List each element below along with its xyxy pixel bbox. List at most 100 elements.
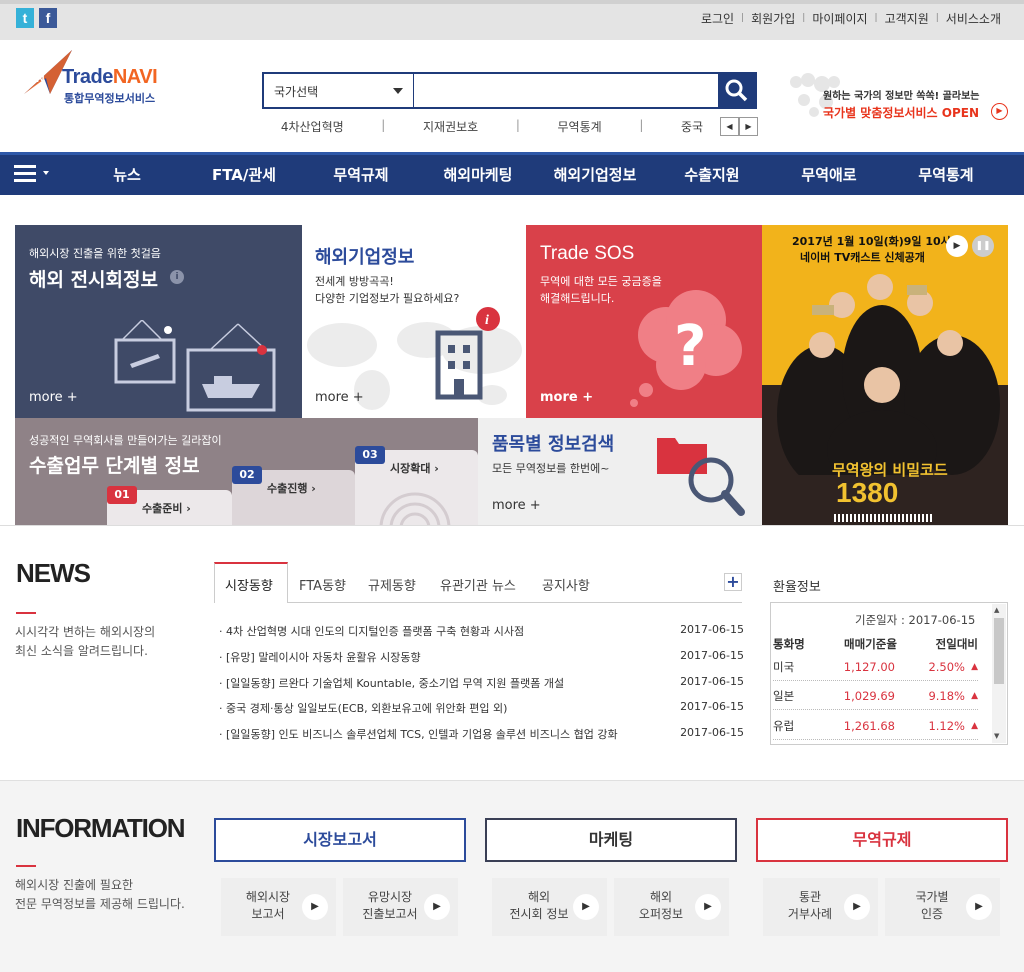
col-header: 통화명 [773,637,805,651]
sub-label: 유망시장 [367,890,413,904]
more-link[interactable]: more + [29,390,78,405]
information-section [0,780,1024,972]
scroll-thumb[interactable] [994,618,1004,684]
exchange-scrollbar[interactable]: ▲ ▼ [992,604,1006,743]
step-label[interactable]: 시장확대 › [390,460,439,476]
promo-ad-banner[interactable]: 2017년 1월 10일(화)9일 10시 네이버 TV캐스트 신체공개 ▶ ❚… [762,225,1008,525]
sub-link-overseas-report[interactable]: 해외시장 보고서 ▶ [221,878,336,936]
support-link[interactable]: 고객지원 [878,10,936,27]
tile-desc: 해결해드립니다. [540,292,615,305]
sub-link-exhibition[interactable]: 해외 전시회 정보 ▶ [492,878,607,936]
scroll-down-icon[interactable]: ▼ [994,732,999,740]
news-title[interactable]: · [일일동향] 인도 비즈니스 솔루션업체 TCS, 인텔과 기업용 솔루션 … [219,726,618,742]
news-date: 2017-06-15 [680,623,744,636]
nav-marketing[interactable]: 해외마케팅 [423,164,533,185]
tab-agency-news[interactable]: 유관기관 뉴스 [440,575,516,594]
nav-regulation[interactable]: 무역규제 [306,164,416,185]
search-button[interactable] [718,74,755,107]
news-title[interactable]: · 4차 산업혁명 시대 인도의 디지털인증 플랫폼 구축 현황과 시사점 [219,623,524,639]
col-header: 매매기준율 [844,637,897,651]
more-link[interactable]: more + [492,498,541,513]
country-select[interactable]: 국가선택 [264,74,414,107]
more-link[interactable]: more + [540,390,593,405]
keyword-item[interactable]: 무역통계 [558,118,602,135]
sub-link-offer[interactable]: 해외 오퍼정보 ▶ [614,878,729,936]
marketing-button[interactable]: 마케팅 [485,818,737,862]
country-service-banner[interactable]: 원하는 국가의 정보만 쏙쏙! 골라보는 국가별 맞춤정보서비스 OPEN ▶ [786,70,1011,130]
nav-statistics[interactable]: 무역통계 [891,164,1001,185]
tile-item-search[interactable]: 품목별 정보검색 모든 무역정보를 한번에~ more + [478,418,762,525]
currency-name: 유럽 [773,719,795,733]
news-title[interactable]: · [유망] 말레이시아 자동차 윤활유 시장동향 [219,649,421,665]
step-label[interactable]: 수출진행 › [267,480,316,496]
tile-exhibition[interactable]: 해외시장 진출을 위한 첫걸음 해외 전시회정보 i more + [15,225,302,418]
keyword-item[interactable]: 4차산업혁명 [281,118,344,135]
nav-news[interactable]: 뉴스 [72,164,182,185]
tab-regulation[interactable]: 규제동향 [368,575,416,594]
divider [0,525,1024,526]
info-desc: 전문 무역정보를 제공해 드립니다. [15,897,185,911]
info-icon[interactable]: i [170,270,184,284]
nav-export-support[interactable]: 수출지원 [657,164,767,185]
facebook-icon[interactable]: f [39,8,57,28]
more-plus-icon[interactable]: + [724,573,742,591]
login-link[interactable]: 로그인 [694,10,741,27]
step-label[interactable]: 수출준비 › [142,500,191,516]
tile-export-steps[interactable]: 성공적인 무역회사를 만들어가는 길라잡이 수출업무 단계별 정보 01 수출준… [15,418,478,525]
tile-company-info[interactable]: 해외기업정보 전세계 방방곡곡! 다양한 기업정보가 필요하세요? i more… [302,225,526,418]
nav-trade-issues[interactable]: 무역애로 [774,164,884,185]
sub-label: 인증 [920,907,944,921]
news-item[interactable]: · [일일동향] 르완다 기술업체 Kountable, 중소기업 무역 지원 … [219,675,744,691]
pause-icon[interactable]: ❚❚ [972,235,994,257]
currency-name: 미국 [773,660,795,674]
news-title[interactable]: · 중국 경제·통상 일일보도(ECB, 외환보유고에 위안화 편입 외) [219,700,507,716]
twitter-icon[interactable]: t [16,8,34,28]
sub-link-certification[interactable]: 국가별 인증 ▶ [885,878,1000,936]
svg-text:i: i [485,313,489,328]
logo-text-trade: Trade [62,66,113,88]
prev-arrow-icon[interactable]: ◀ [720,117,739,136]
keyword-item[interactable]: 중국 [681,118,703,135]
sub-link-customs-rejection[interactable]: 통관 거부사례 ▶ [763,878,878,936]
step-number: 03 [355,446,385,464]
news-item[interactable]: · [일일동향] 인도 비즈니스 솔루션업체 TCS, 인텔과 기업용 솔루션 … [219,726,744,742]
sub-link-promising-report[interactable]: 유망시장 진출보고서 ▶ [343,878,458,936]
search-bar: 국가선택 [262,72,757,109]
currency-rate: 1,029.69 [843,689,895,703]
nav-fta[interactable]: FTA/관세 [189,164,299,185]
tab-fta[interactable]: FTA동향 [299,575,346,594]
signup-link[interactable]: 회원가입 [744,10,802,27]
tile-trade-sos[interactable]: Trade SOS 무역에 대한 모든 궁금증을 해결해드립니다. ? more… [526,225,762,418]
news-item[interactable]: · [유망] 말레이시아 자동차 윤활유 시장동향 2017-06-15 [219,649,744,665]
play-icon[interactable]: ▶ [946,235,968,257]
news-title[interactable]: · [일일동향] 르완다 기술업체 Kountable, 중소기업 무역 지원 … [219,675,564,691]
exchange-title: 환율정보 [773,580,821,595]
nav-company-info[interactable]: 해외기업정보 [540,164,650,185]
scroll-up-icon[interactable]: ▲ [994,606,999,614]
more-link[interactable]: more + [315,390,364,405]
trade-regulation-button[interactable]: 무역규제 [756,818,1008,862]
market-report-button[interactable]: 시장보고서 [214,818,466,862]
tile-desc: 전세계 방방곡곡! [315,275,394,288]
tab-market[interactable]: 시장동향 [225,575,273,594]
menu-icon[interactable] [14,163,52,185]
news-date: 2017-06-15 [680,700,744,713]
exchange-date: 기준일자 : 2017-06-15 [855,613,976,627]
keyword-item[interactable]: 지재권보호 [423,118,478,135]
tile-title: 해외기업정보 [315,247,415,268]
info-desc: 해외시장 진출에 필요한 [15,878,134,892]
tab-notice[interactable]: 공지사항 [542,575,590,594]
news-item[interactable]: · 중국 경제·통상 일일보도(ECB, 외환보유고에 위안화 편입 외) 201… [219,700,744,716]
tile-title: 수출업무 단계별 정보 [29,455,200,477]
search-input[interactable] [414,74,718,107]
up-triangle-icon: ▲ [971,691,978,701]
news-item[interactable]: · 4차 산업혁명 시대 인도의 디지털인증 플랫폼 구축 현황과 시사점 201… [219,623,744,639]
next-arrow-icon[interactable]: ▶ [739,117,758,136]
sub-label: 해외시장 [245,890,291,904]
tradenavi-logo[interactable]: N TradeNAVI 통합무역정보서비스 [20,48,180,108]
ad-bottom-number: 1380 [836,477,899,508]
mypage-link[interactable]: 마이페이지 [805,10,874,27]
about-link[interactable]: 서비스소개 [939,10,1008,27]
logo-text-navi: NAVI [112,66,158,88]
barcode-icon [834,514,934,522]
